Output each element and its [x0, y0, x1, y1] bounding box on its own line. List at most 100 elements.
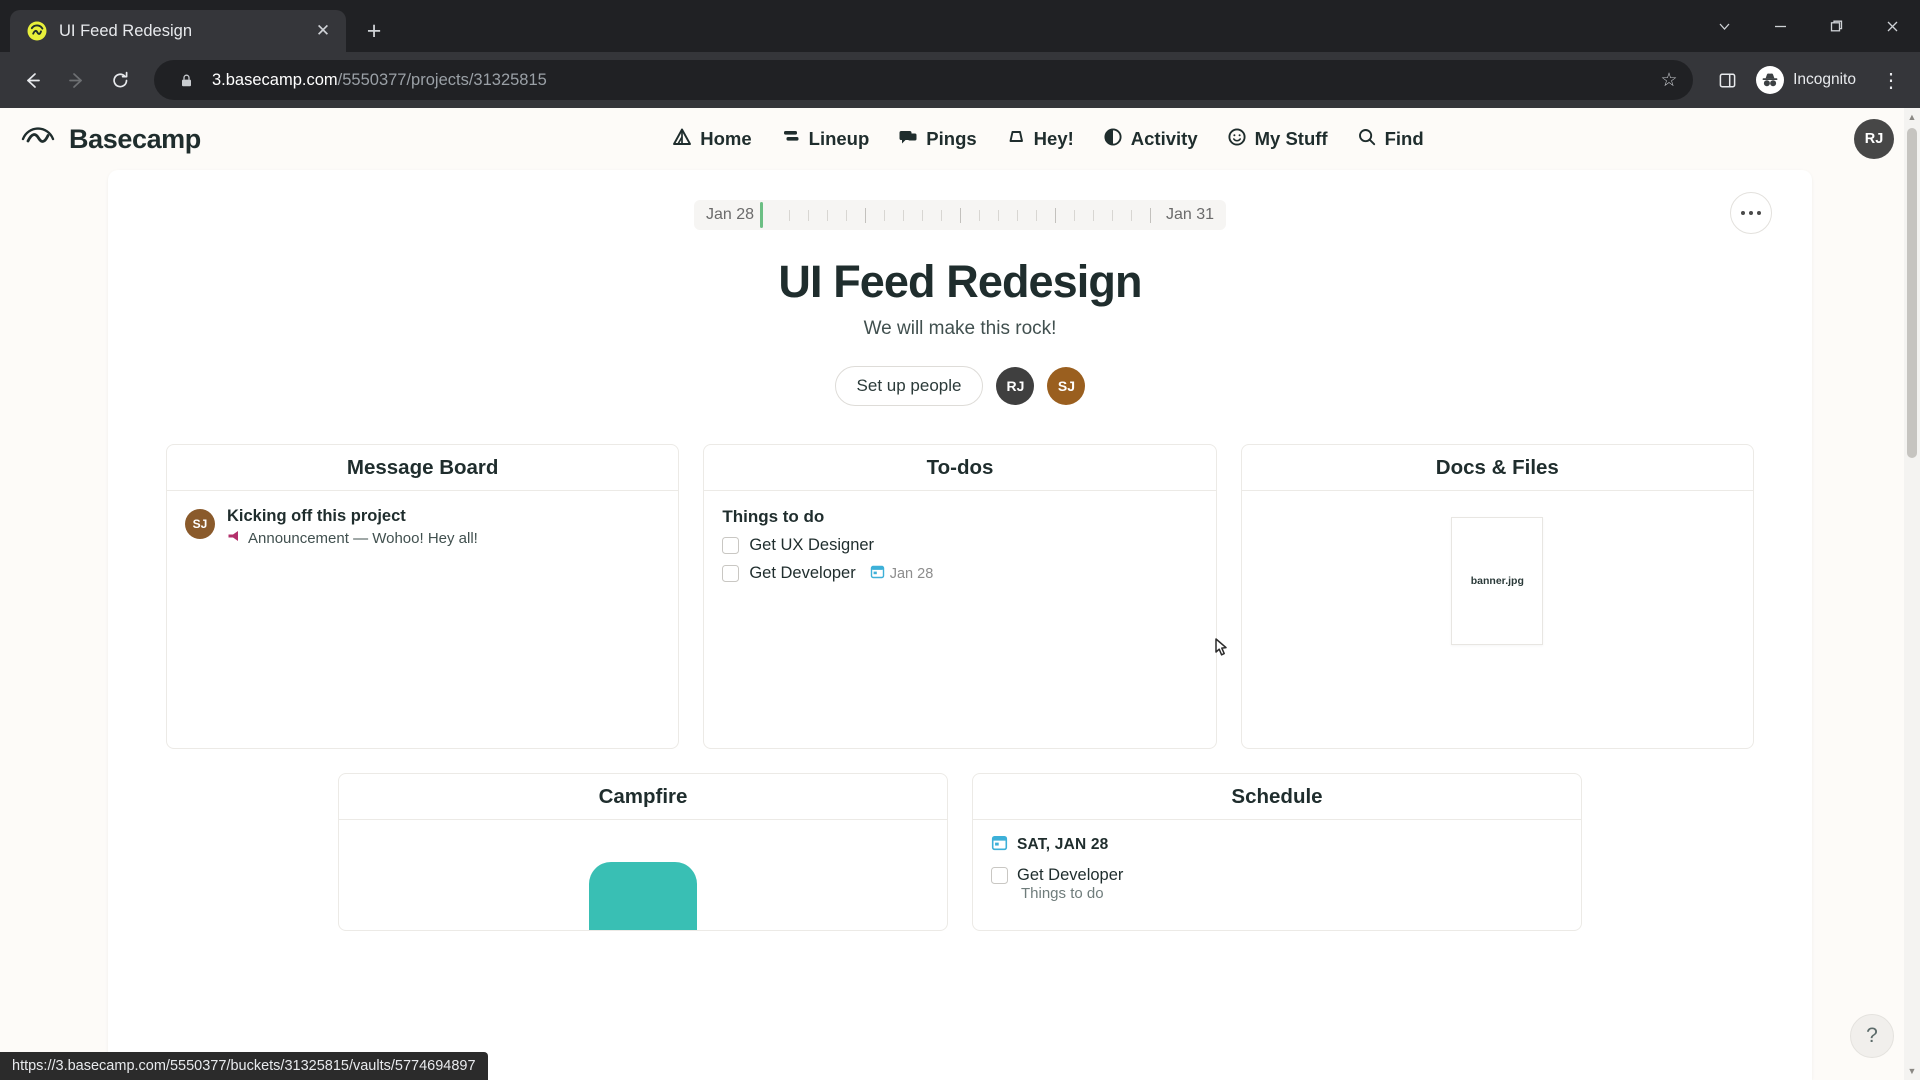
card-campfire[interactable]: Campfire	[338, 773, 948, 931]
todo-list-name: Things to do	[722, 507, 825, 526]
schedule-entry[interactable]: Get Developer	[991, 866, 1563, 885]
browser-tab[interactable]: UI Feed Redesign ✕	[10, 10, 346, 52]
browser-menu-icon[interactable]: ⋮	[1874, 60, 1908, 100]
url-path: /5550377/projects/31325815	[337, 70, 547, 89]
card-schedule[interactable]: Schedule SAT, JAN 28 Get Developer Thing…	[972, 773, 1582, 931]
bookmark-star-icon[interactable]: ☆	[1655, 66, 1683, 94]
back-button[interactable]	[12, 60, 52, 100]
basecamp-logo-icon	[26, 20, 48, 42]
nav-label-hey: Hey!	[1033, 128, 1074, 149]
reload-button[interactable]	[100, 60, 140, 100]
card-message-board[interactable]: Message Board SJ Kicking off this projec…	[166, 444, 680, 749]
project-tagline: We will make this rock!	[863, 318, 1057, 339]
basecamp-main-menu: Home Lineup Pings Hey! Activity My Stuff…	[671, 126, 1424, 153]
project-sheet: Jan 28 Jan 31 UI Feed Redesign We will m…	[108, 170, 1812, 1080]
card-header: Message Board	[167, 445, 679, 491]
basecamp-navbar: Basecamp Home Lineup Pings Hey! Activity…	[0, 108, 1920, 170]
scroll-up-arrow[interactable]: ▲	[1904, 108, 1920, 126]
card-to-dos[interactable]: To-dos Things to do Get UX Designer Get …	[703, 444, 1217, 749]
message-meta-text: Announcement — Wohoo! Hey all!	[248, 529, 478, 547]
close-icon[interactable]: ✕	[310, 18, 336, 44]
date-end-label: Jan 31	[1166, 206, 1215, 223]
due-date-text: Jan 28	[889, 565, 934, 582]
browser-window: UI Feed Redesign ✕ + 3.basecamp.com/5550…	[0, 0, 1920, 1080]
message-list-item[interactable]: SJ Kicking off this project Announcement…	[185, 507, 660, 547]
project-date-range: Jan 28 Jan 31	[166, 192, 1772, 234]
schedule-checkbox[interactable]	[991, 867, 1008, 884]
file-thumbnail[interactable]: banner.jpg	[1451, 517, 1544, 645]
project-more-menu-button[interactable]	[1730, 192, 1772, 234]
card-body: Things to do Get UX Designer Get Develop…	[704, 491, 1215, 748]
chevron-down-icon[interactable]	[1696, 0, 1752, 52]
page-scrollbar[interactable]: ▲ ▼	[1904, 108, 1920, 1080]
todo-checkbox[interactable]	[722, 565, 740, 582]
nav-item-find[interactable]: Find	[1356, 126, 1424, 153]
card-header: Campfire	[339, 774, 947, 820]
page-viewport: Basecamp Home Lineup Pings Hey! Activity…	[0, 108, 1920, 1080]
card-docs-and-files[interactable]: Docs & Files banner.jpg	[1240, 444, 1754, 749]
incognito-label: Incognito	[1793, 71, 1856, 88]
nav-item-home[interactable]: Home	[671, 126, 752, 153]
member-avatar-rj[interactable]: RJ	[996, 367, 1035, 405]
tool-cards-row-2: Campfire Schedule SAT, JAN 28 Get Develo…	[166, 773, 1754, 931]
incognito-icon	[1756, 66, 1785, 94]
todo-due-date: Jan 28	[870, 564, 934, 583]
side-panel-icon[interactable]	[1707, 60, 1747, 100]
megaphone-icon	[227, 529, 242, 547]
card-header: Docs & Files	[1241, 445, 1753, 491]
new-tab-button[interactable]: +	[356, 13, 392, 49]
project-people: Set up people RJ SJ	[166, 366, 1754, 406]
basecamp-wordmark: Basecamp	[69, 123, 201, 154]
close-window-button[interactable]	[1864, 0, 1920, 52]
incognito-indicator[interactable]: Incognito	[1751, 63, 1870, 97]
nav-item-activity[interactable]: Activity	[1102, 126, 1198, 153]
lineup-bars-icon	[780, 126, 802, 153]
nav-item-lineup[interactable]: Lineup	[780, 126, 869, 153]
todo-checkbox[interactable]	[722, 537, 740, 554]
pings-chat-icon	[897, 126, 919, 153]
set-up-people-button[interactable]: Set up people	[834, 366, 984, 406]
todo-item[interactable]: Get Developer Jan 28	[722, 564, 1197, 583]
nav-item-hey[interactable]: Hey!	[1005, 126, 1074, 153]
calendar-icon	[870, 564, 885, 583]
scroll-down-arrow[interactable]: ▼	[1904, 1062, 1920, 1080]
card-body: banner.jpg	[1242, 491, 1753, 748]
help-button[interactable]: ?	[1850, 1014, 1894, 1058]
scrollbar-thumb[interactable]	[1907, 128, 1917, 458]
tool-cards-row-1: Message Board SJ Kicking off this projec…	[166, 444, 1754, 749]
home-tent-icon	[671, 126, 693, 153]
ruler-ticks	[774, 207, 1166, 223]
minimize-button[interactable]	[1752, 0, 1808, 52]
nav-item-my-stuff[interactable]: My Stuff	[1226, 126, 1328, 153]
maximize-button[interactable]	[1808, 0, 1864, 52]
schedule-date-label: SAT, JAN 28	[1017, 836, 1109, 853]
tab-strip: UI Feed Redesign ✕ +	[0, 0, 1920, 52]
date-ruler[interactable]: Jan 28 Jan 31	[693, 200, 1227, 230]
card-body	[339, 820, 947, 930]
card-body: SJ Kicking off this project Announcement…	[167, 491, 678, 748]
page-title: UI Feed Redesign	[778, 256, 1142, 307]
member-avatar-sj[interactable]: SJ	[1047, 367, 1086, 405]
my-stuff-smile-icon	[1226, 126, 1248, 153]
forward-button	[56, 60, 96, 100]
calendar-icon	[991, 834, 1008, 856]
card-title-docs-files: Docs & Files	[1435, 455, 1559, 479]
card-header: To-dos	[704, 445, 1216, 491]
card-title-campfire: Campfire	[598, 784, 688, 808]
address-bar[interactable]: 3.basecamp.com/5550377/projects/31325815…	[154, 60, 1694, 100]
nav-label-activity: Activity	[1130, 128, 1198, 149]
message-title: Kicking off this project	[227, 507, 406, 525]
nav-item-pings[interactable]: Pings	[897, 126, 977, 153]
lock-icon	[172, 66, 200, 94]
search-icon	[1356, 126, 1378, 153]
account-avatar[interactable]: RJ	[1854, 119, 1894, 159]
basecamp-logo[interactable]: Basecamp	[18, 117, 201, 162]
todo-label: Get Developer	[749, 564, 856, 582]
file-name: banner.jpg	[1470, 575, 1524, 587]
nav-label-pings: Pings	[926, 128, 977, 149]
schedule-entry-title: Get Developer	[1017, 866, 1124, 884]
todo-item[interactable]: Get UX Designer	[722, 536, 1197, 555]
nav-label-my-stuff: My Stuff	[1254, 128, 1328, 149]
schedule-entry-subtitle: Things to do	[1021, 885, 1104, 902]
activity-moon-icon	[1102, 126, 1124, 153]
